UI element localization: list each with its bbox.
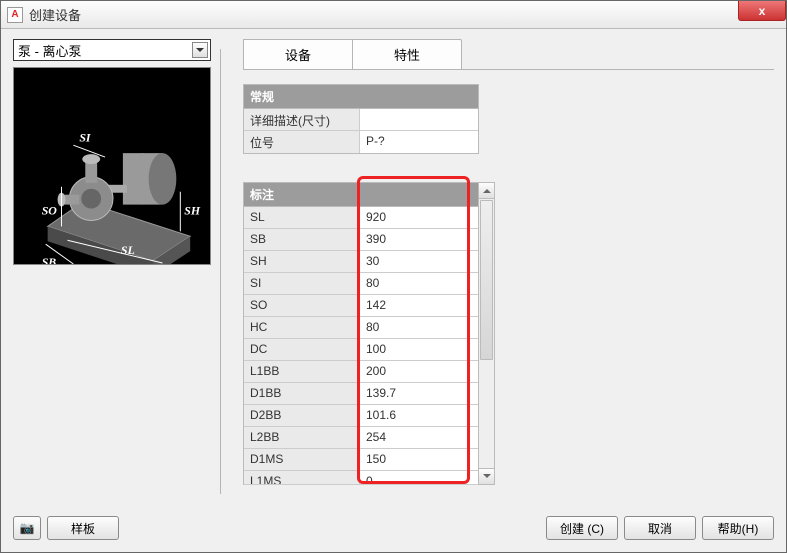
general-row-label: 位号: [244, 131, 360, 153]
pump-preview-svg: SI SH SO SL SB: [14, 68, 210, 264]
close-button[interactable]: x: [738, 1, 786, 21]
cancel-button[interactable]: 取消: [624, 516, 696, 540]
tab-bar: 设备 特性: [243, 39, 774, 70]
annot-value[interactable]: 142: [360, 295, 478, 316]
annot-value[interactable]: 100: [360, 339, 478, 360]
general-row-label: 详细描述(尺寸): [244, 109, 360, 130]
scroll-thumb[interactable]: [480, 200, 493, 360]
template-button[interactable]: 样板: [47, 516, 119, 540]
help-button[interactable]: 帮助(H): [702, 516, 774, 540]
annot-value[interactable]: 139.7: [360, 383, 478, 404]
general-grid-header: 常规: [244, 85, 478, 109]
annotation-row: SL920: [244, 207, 478, 229]
annot-label: L2BB: [244, 427, 360, 448]
camera-icon: 📷: [20, 521, 35, 535]
divider: [220, 49, 221, 494]
general-row-value[interactable]: [360, 109, 478, 130]
window-title: 创建设备: [29, 5, 81, 24]
preview-label-so: SO: [42, 204, 58, 218]
annotation-row: L2BB254: [244, 427, 478, 449]
annot-value[interactable]: 101.6: [360, 405, 478, 426]
general-row[interactable]: 位号 P-?: [244, 131, 478, 153]
annotation-row: SI80: [244, 273, 478, 295]
titlebar: A 创建设备 x: [1, 1, 786, 29]
annot-label: D1BB: [244, 383, 360, 404]
annotation-row: L1BB200: [244, 361, 478, 383]
tab-equipment[interactable]: 设备: [243, 39, 353, 69]
snapshot-button[interactable]: 📷: [13, 516, 41, 540]
preview-label-sl: SL: [121, 243, 135, 257]
annot-label: SI: [244, 273, 360, 294]
annot-value[interactable]: 150: [360, 449, 478, 470]
equipment-type-combo[interactable]: 泵 - 离心泵: [13, 39, 211, 61]
scroll-down-icon[interactable]: [479, 468, 494, 484]
tab-properties[interactable]: 特性: [352, 39, 462, 69]
annot-value[interactable]: 200: [360, 361, 478, 382]
annot-value[interactable]: 0: [360, 471, 478, 484]
annot-label: SL: [244, 207, 360, 228]
dialog-content: 泵 - 离心泵: [1, 29, 786, 552]
annot-value[interactable]: 390: [360, 229, 478, 250]
annotation-row: SH30: [244, 251, 478, 273]
annot-label: D1MS: [244, 449, 360, 470]
annotation-row: SO142: [244, 295, 478, 317]
annot-label: L1MS: [244, 471, 360, 484]
annotation-row: D1BB139.7: [244, 383, 478, 405]
annot-value[interactable]: 920: [360, 207, 478, 228]
annotation-row: D1MS150: [244, 449, 478, 471]
annotation-row: HC80: [244, 317, 478, 339]
annot-label: L1BB: [244, 361, 360, 382]
create-button[interactable]: 创建 (C): [546, 516, 618, 540]
annot-value[interactable]: 30: [360, 251, 478, 272]
annotation-grid: 标注 SL920 SB390 SH30 SI80 SO142 HC80 DC10…: [243, 182, 479, 485]
annot-label: SO: [244, 295, 360, 316]
annot-label: HC: [244, 317, 360, 338]
annot-label: DC: [244, 339, 360, 360]
bottom-button-bar: 📷 样板 创建 (C) 取消 帮助(H): [13, 516, 774, 540]
annotation-row: D2BB101.6: [244, 405, 478, 427]
equipment-type-combo-value: 泵 - 离心泵: [18, 41, 82, 60]
equipment-preview: SI SH SO SL SB: [13, 67, 211, 265]
general-row[interactable]: 详细描述(尺寸): [244, 109, 478, 131]
annotation-row: SB390: [244, 229, 478, 251]
scroll-up-icon[interactable]: [479, 183, 494, 199]
annot-label: SB: [244, 229, 360, 250]
general-row-value[interactable]: P-?: [360, 131, 478, 153]
app-icon: A: [7, 7, 23, 23]
preview-label-si: SI: [79, 130, 91, 144]
preview-label-sh: SH: [184, 204, 201, 218]
annotation-scrollbar[interactable]: [479, 182, 495, 485]
annot-label: D2BB: [244, 405, 360, 426]
general-grid: 常规 详细描述(尺寸) 位号 P-?: [243, 84, 479, 154]
annot-value[interactable]: 80: [360, 273, 478, 294]
annotation-row: DC100: [244, 339, 478, 361]
preview-label-sb: SB: [42, 255, 57, 264]
annot-value[interactable]: 80: [360, 317, 478, 338]
annot-label: SH: [244, 251, 360, 272]
annotation-row: L1MS0: [244, 471, 478, 485]
annot-value[interactable]: 254: [360, 427, 478, 448]
chevron-down-icon[interactable]: [192, 42, 208, 58]
annotation-grid-header: 标注: [244, 183, 478, 207]
